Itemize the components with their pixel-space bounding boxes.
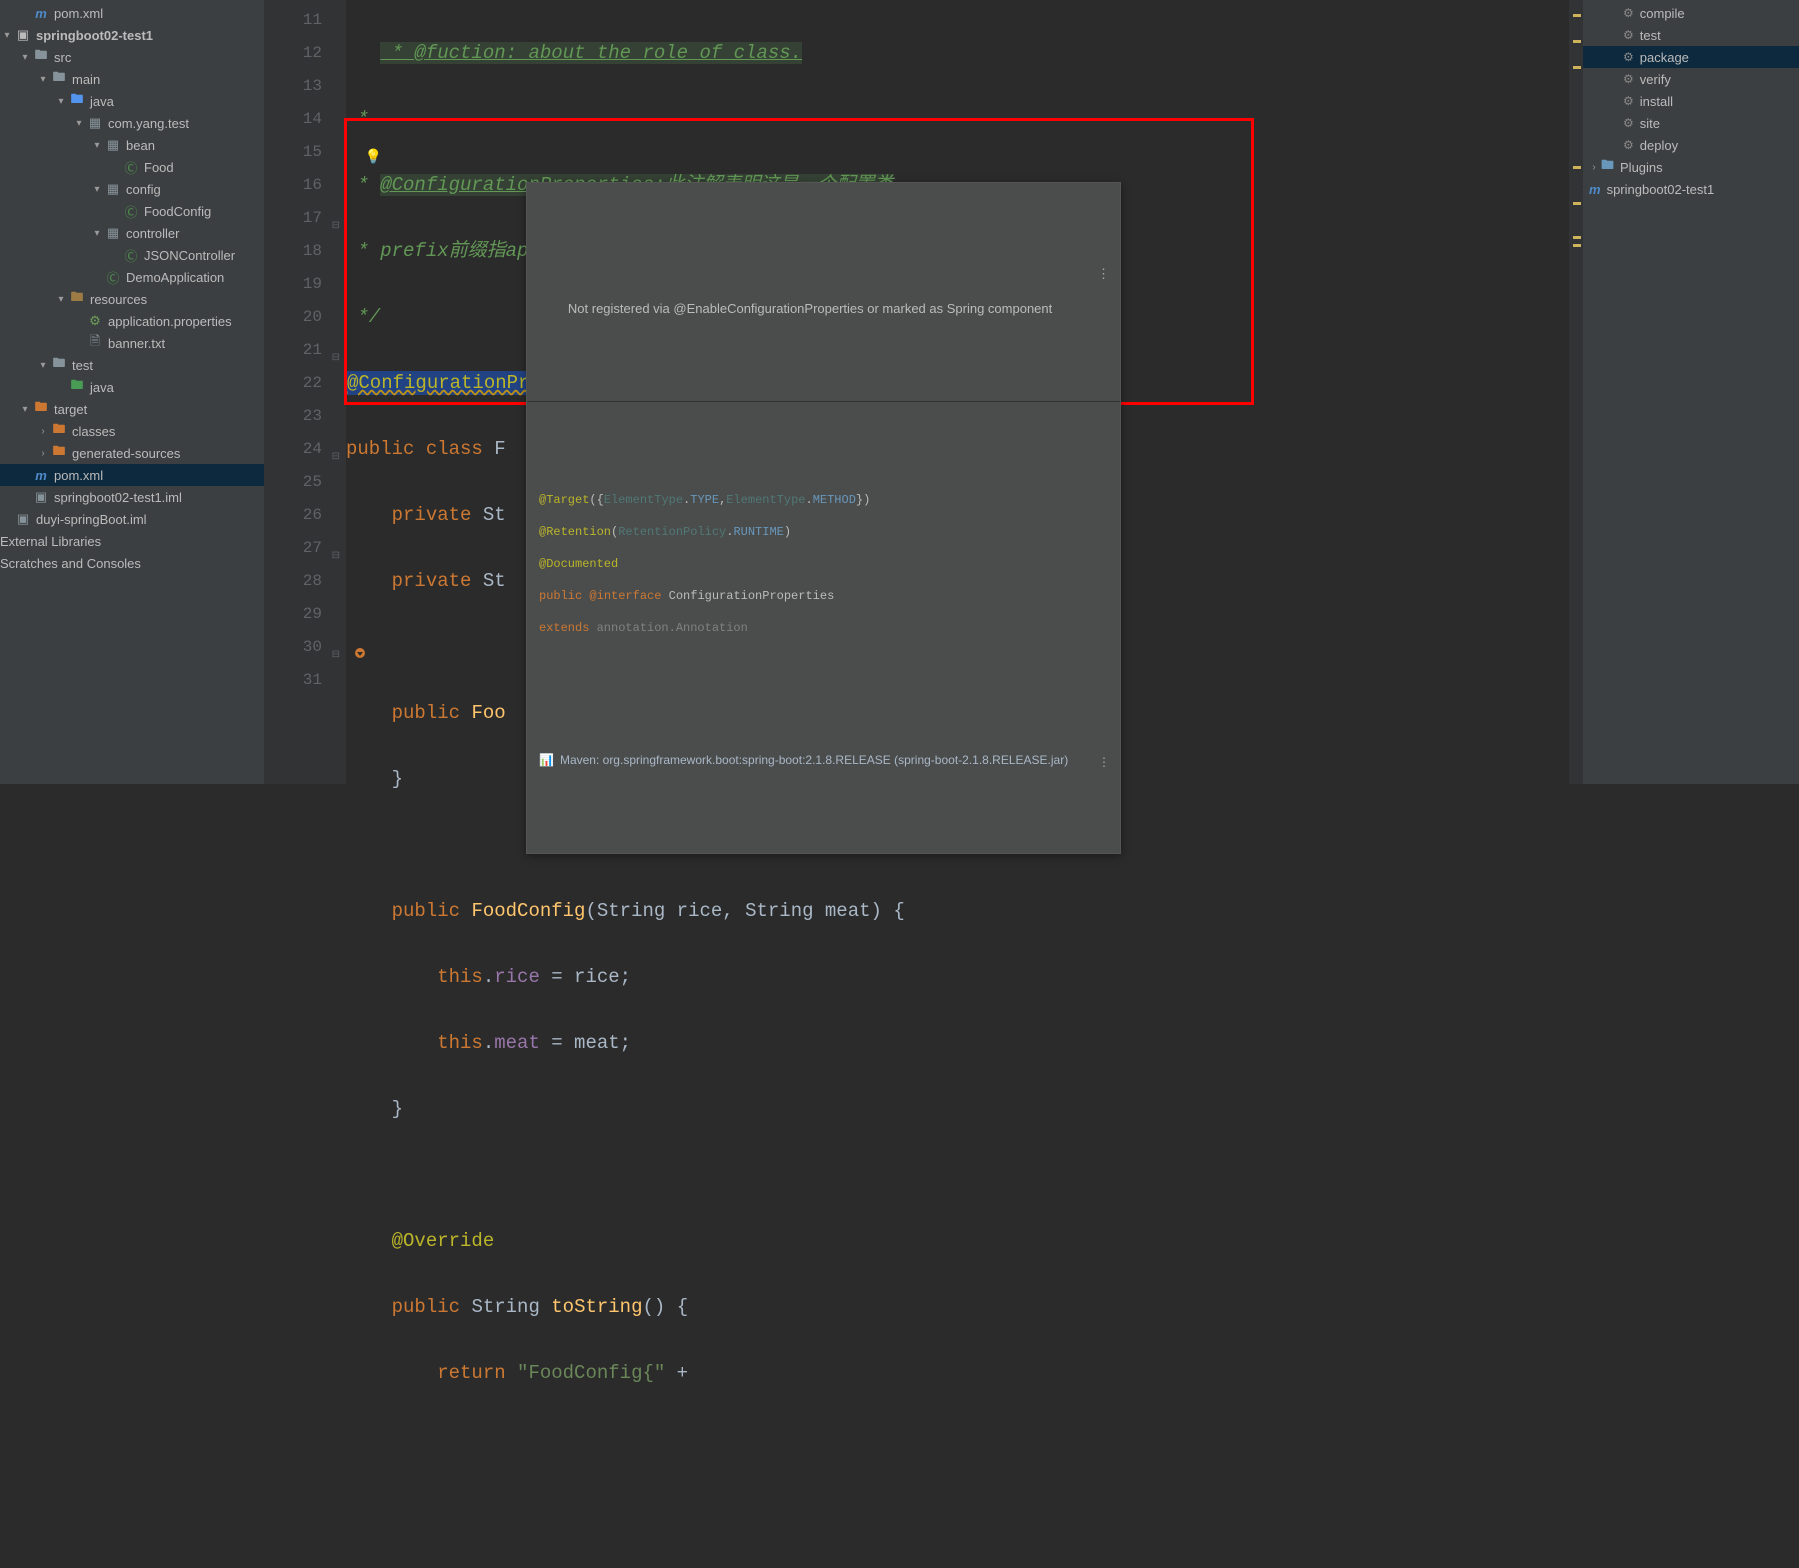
resources-folder-icon: 🖿 bbox=[68, 288, 86, 310]
gear-icon: ⚙ bbox=[1623, 138, 1634, 152]
doc-comment: */ bbox=[346, 306, 380, 328]
class-icon: Ⓒ bbox=[122, 158, 140, 177]
excluded-folder-icon: 🖿 bbox=[32, 398, 50, 420]
maven-goal[interactable]: ⚙verify bbox=[1583, 68, 1799, 90]
maven-goal[interactable]: ⚙install bbox=[1583, 90, 1799, 112]
maven-file-icon: m bbox=[32, 468, 50, 483]
tree-item[interactable]: ▣duyi-springBoot.iml bbox=[0, 508, 264, 530]
excluded-folder-icon: 🖿 bbox=[50, 420, 68, 442]
iml-file-icon: ▣ bbox=[32, 489, 50, 505]
gear-icon: ⚙ bbox=[1623, 72, 1634, 86]
tree-item[interactable]: ▾🖿src bbox=[0, 46, 264, 68]
tree-item[interactable]: ▾▣springboot02-test1 bbox=[0, 24, 264, 46]
tree-item[interactable]: ▾🖿test bbox=[0, 354, 264, 376]
gear-icon: ⚙ bbox=[1623, 6, 1634, 20]
source-folder-icon: 🖿 bbox=[68, 90, 86, 112]
gear-icon: ⚙ bbox=[1623, 94, 1634, 108]
tree-item[interactable]: ▾🖿target bbox=[0, 398, 264, 420]
tree-item[interactable]: mpom.xml bbox=[0, 2, 264, 24]
tree-item[interactable]: ⒸFoodConfig bbox=[0, 200, 264, 222]
tree-item[interactable]: ⒸDemoApplication bbox=[0, 266, 264, 288]
tree-item[interactable]: ▾▦controller bbox=[0, 222, 264, 244]
gear-icon: ⚙ bbox=[1623, 50, 1634, 64]
fold-icon[interactable]: ⊟ bbox=[328, 441, 340, 453]
maven-module[interactable]: ›mspringboot02-test1 bbox=[1583, 178, 1799, 200]
tree-item[interactable]: 🗎banner.txt bbox=[0, 332, 264, 354]
text-file-icon: 🗎 bbox=[86, 332, 104, 354]
tree-item[interactable]: 🖿java bbox=[0, 376, 264, 398]
module-icon: ▣ bbox=[14, 27, 32, 43]
code-area[interactable]: * @fuction: about the role of class. * *… bbox=[346, 0, 1569, 784]
class-icon: Ⓒ bbox=[122, 246, 140, 265]
tree-item[interactable]: ▾🖿main bbox=[0, 68, 264, 90]
line-number-gutter: 11 12 13 14 15💡 16 17⊟ 18 19 20 21⊟ 22 2… bbox=[264, 0, 346, 784]
tree-item[interactable]: ▾🖿java bbox=[0, 90, 264, 112]
tree-item[interactable]: mpom.xml bbox=[0, 464, 264, 486]
package-icon: ▦ bbox=[104, 181, 122, 197]
gear-icon: ⚙ bbox=[1623, 116, 1634, 130]
tree-item[interactable]: ⚙application.properties bbox=[0, 310, 264, 332]
inspection-tooltip: Not registered via @EnableConfigurationP… bbox=[526, 182, 1121, 854]
folder-icon: 🖿 bbox=[50, 354, 68, 376]
test-folder-icon: 🖿 bbox=[68, 376, 86, 398]
tooltip-body: @Target({ElementType.TYPE,ElementType.ME… bbox=[527, 468, 1120, 672]
folder-icon: 🖿 bbox=[32, 46, 50, 68]
folder-icon: 🖿 bbox=[1601, 156, 1614, 178]
excluded-folder-icon: 🖿 bbox=[50, 442, 68, 464]
class-icon: Ⓒ bbox=[122, 202, 140, 221]
fold-icon[interactable]: ⊟ bbox=[328, 210, 340, 222]
fold-end-icon[interactable]: ⊟ bbox=[328, 540, 340, 552]
doc-comment: * bbox=[346, 108, 369, 130]
library-icon: 📊 bbox=[539, 744, 554, 777]
project-tree[interactable]: mpom.xml ▾▣springboot02-test1 ▾🖿src ▾🖿ma… bbox=[0, 0, 264, 784]
tree-item[interactable]: ▾▦com.yang.test bbox=[0, 112, 264, 134]
maven-goal[interactable]: ⚙compile bbox=[1583, 2, 1799, 24]
tree-item[interactable]: ›🖿generated-sources bbox=[0, 442, 264, 464]
tooltip-more-icon[interactable]: ⋮ bbox=[1098, 746, 1110, 779]
scratches-consoles[interactable]: Scratches and Consoles bbox=[0, 552, 264, 574]
folder-icon: 🖿 bbox=[50, 68, 68, 90]
fold-icon[interactable]: ⊟ bbox=[328, 639, 340, 651]
class-icon: Ⓒ bbox=[104, 268, 122, 287]
tree-item[interactable]: ▾🖿resources bbox=[0, 288, 264, 310]
external-libraries[interactable]: External Libraries bbox=[0, 530, 264, 552]
tree-item[interactable]: ▾▦config bbox=[0, 178, 264, 200]
package-icon: ▦ bbox=[104, 137, 122, 153]
maven-goal[interactable]: ⚙package bbox=[1583, 46, 1799, 68]
tree-item[interactable]: ▾▦bean bbox=[0, 134, 264, 156]
maven-panel[interactable]: ⚙compile ⚙test ⚙package ⚙verify ⚙install… bbox=[1583, 0, 1799, 784]
maven-plugins[interactable]: ›🖿Plugins bbox=[1583, 156, 1799, 178]
editor[interactable]: 11 12 13 14 15💡 16 17⊟ 18 19 20 21⊟ 22 2… bbox=[264, 0, 1583, 784]
tree-item[interactable]: ›🖿classes bbox=[0, 420, 264, 442]
maven-goal[interactable]: ⚙deploy bbox=[1583, 134, 1799, 156]
properties-icon: ⚙ bbox=[86, 313, 104, 329]
tree-item[interactable]: ⒸFood bbox=[0, 156, 264, 178]
gear-icon: ⚙ bbox=[1623, 28, 1634, 42]
tooltip-more-icon[interactable]: ⋮ bbox=[1097, 257, 1110, 290]
tree-item[interactable]: ⒸJSONController bbox=[0, 244, 264, 266]
maven-file-icon: m bbox=[1589, 182, 1601, 197]
tree-item[interactable]: ▣springboot02-test1.iml bbox=[0, 486, 264, 508]
maven-goal[interactable]: ⚙site bbox=[1583, 112, 1799, 134]
doc-comment: * @fuction: about the role of class. bbox=[380, 42, 802, 64]
package-icon: ▦ bbox=[104, 225, 122, 241]
editor-error-stripe[interactable] bbox=[1569, 0, 1583, 784]
maven-goal[interactable]: ⚙test bbox=[1583, 24, 1799, 46]
package-icon: ▦ bbox=[86, 115, 104, 131]
fold-icon[interactable]: ⊟ bbox=[328, 342, 340, 354]
iml-file-icon: ▣ bbox=[14, 511, 32, 527]
tooltip-source: Maven: org.springframework.boot:spring-b… bbox=[560, 744, 1068, 777]
tooltip-message: Not registered via @EnableConfigurationP… bbox=[568, 301, 1052, 316]
